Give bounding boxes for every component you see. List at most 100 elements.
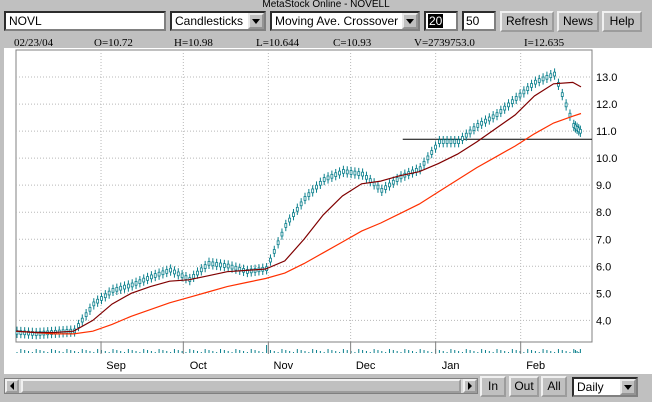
candle (222, 263, 226, 268)
candle (138, 279, 142, 285)
candle (430, 150, 434, 155)
zoom-all-button[interactable]: All (541, 376, 567, 397)
chevron-down-icon[interactable] (248, 13, 264, 29)
scrollbar-thumb[interactable] (21, 379, 461, 393)
candle (480, 120, 484, 126)
candle (161, 270, 165, 276)
candle (437, 139, 441, 144)
candle (395, 177, 399, 182)
help-button[interactable]: Help (602, 11, 642, 32)
candle (434, 144, 437, 150)
y-tick-label: 6.0 (596, 261, 611, 273)
slow-period-input[interactable]: 50 (462, 11, 496, 31)
period-value: Daily (577, 380, 604, 394)
candle (326, 175, 330, 181)
candle (453, 139, 457, 144)
price-chart[interactable]: 4.0 5.0 6.0 7.0 8.0 9.0 10.0 11.0 12.0 13.0 Sep Oc… (4, 48, 650, 374)
candle (153, 273, 157, 278)
candle (84, 312, 88, 317)
candle (464, 132, 468, 138)
candle (111, 288, 115, 293)
candle (230, 264, 234, 270)
candle (115, 286, 119, 292)
candle (491, 114, 495, 120)
scroll-left-button[interactable] (5, 379, 19, 393)
candle (157, 271, 161, 277)
candle (280, 231, 284, 237)
arrow-left-icon (10, 382, 14, 390)
refresh-button[interactable]: Refresh (500, 11, 554, 32)
chevron-down-icon[interactable] (402, 13, 418, 29)
candle (80, 317, 84, 323)
candle (349, 170, 353, 175)
candle (522, 89, 526, 95)
candle (126, 283, 130, 289)
symbol-input[interactable]: NOVL (4, 11, 166, 31)
indicator-select[interactable]: Moving Ave. Crossover (270, 11, 420, 31)
candle (541, 76, 545, 82)
candle (391, 179, 395, 185)
candle (526, 86, 530, 91)
candle (269, 257, 272, 263)
candle (272, 249, 276, 254)
candle (184, 275, 188, 280)
scroll-right-button[interactable] (463, 379, 477, 393)
candle (318, 180, 322, 186)
candle (445, 139, 449, 144)
candle (553, 71, 556, 77)
candle (311, 188, 315, 194)
y-tick-label: 11.0 (596, 126, 617, 138)
chart-panel[interactable]: 4.0 5.0 6.0 7.0 8.0 9.0 10.0 11.0 12.0 13.0 Sep Oc… (4, 48, 652, 374)
candle (77, 323, 80, 328)
candle (560, 92, 564, 97)
candle (345, 169, 349, 175)
candle (507, 102, 510, 108)
candle (384, 185, 388, 190)
candle (484, 118, 487, 124)
news-button[interactable]: News (557, 11, 599, 32)
candle (357, 171, 361, 176)
candle (299, 201, 303, 207)
candle (103, 293, 107, 299)
candle (176, 271, 180, 277)
candle (203, 264, 207, 269)
candle (341, 169, 345, 174)
y-tick-label: 10.0 (596, 153, 617, 165)
window-title: MetaStock Online - NOVELL (262, 0, 390, 10)
y-tick-label: 8.0 (596, 207, 611, 219)
candle (330, 173, 334, 179)
candle (334, 172, 338, 177)
y-tick-label: 7.0 (596, 234, 611, 246)
candle (353, 170, 357, 176)
candle (495, 112, 499, 117)
fast-period-input[interactable]: 20 (424, 11, 458, 31)
candle (196, 270, 199, 276)
candle (499, 109, 503, 114)
candle (476, 123, 480, 128)
chart-style-select[interactable]: Candlesticks (170, 11, 266, 31)
candle (165, 269, 169, 274)
candle (380, 188, 384, 193)
candle (146, 276, 149, 281)
candle (134, 281, 138, 286)
chart-scrollbar[interactable] (4, 378, 478, 394)
x-tick-label: Oct (190, 360, 207, 372)
candle (207, 261, 211, 266)
y-tick-label: 4.0 (596, 315, 611, 327)
candle (288, 217, 292, 223)
period-select[interactable]: Daily (572, 377, 638, 397)
candle (226, 263, 230, 269)
candle (418, 166, 422, 171)
x-tick-label: Jan (442, 360, 460, 372)
zoom-in-button[interactable]: In (480, 376, 506, 397)
candle (315, 184, 318, 190)
candle (119, 285, 123, 291)
candle (303, 196, 307, 201)
candle (578, 128, 582, 134)
candle (503, 105, 507, 111)
candle (530, 83, 533, 88)
chevron-down-icon[interactable] (620, 379, 636, 395)
zoom-out-button[interactable]: Out (509, 376, 539, 397)
candle (514, 96, 518, 101)
x-tick-label: Sep (106, 360, 126, 372)
